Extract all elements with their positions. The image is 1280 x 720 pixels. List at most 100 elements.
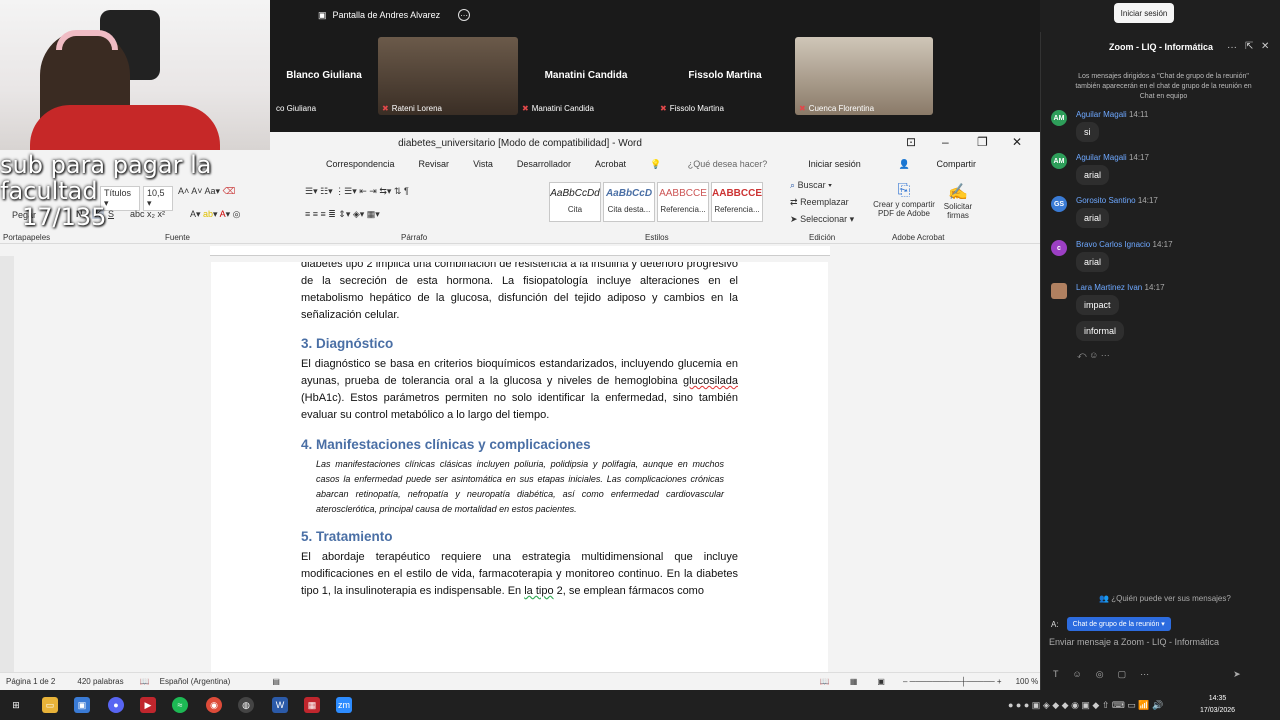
select-button[interactable]: ➤ Seleccionar ▾ — [790, 214, 854, 225]
format-icon[interactable]: T — [1053, 669, 1059, 680]
style-referencia-intensa[interactable]: AABBCCE Referencia... — [711, 182, 763, 222]
zoom-slider[interactable]: – ─────────┼───── + — [903, 677, 1002, 686]
proofing-icon[interactable]: 📖 — [140, 677, 150, 686]
file-explorer-icon[interactable]: ▭ — [42, 697, 58, 713]
obs-icon[interactable]: ◍ — [238, 697, 254, 713]
heading-diagnostico[interactable]: 3. Diagnóstico — [301, 336, 393, 351]
avatar-photo — [1051, 283, 1067, 299]
ribbon-display-icon[interactable]: ⊡ — [906, 135, 916, 149]
web-layout-icon[interactable]: ▣ — [877, 677, 885, 686]
find-button[interactable]: ⌕ Buscar ▾ — [790, 180, 832, 191]
chat-more-icon[interactable]: ··· — [1227, 42, 1237, 53]
streamer-webcam — [0, 0, 270, 150]
tab-desarrollador[interactable]: Desarrollador — [517, 159, 571, 169]
powerpoint-icon[interactable]: ▦ — [304, 697, 320, 713]
minimize-icon[interactable]: – — [942, 135, 949, 149]
alignment-icons[interactable]: ≡ ≡ ≡ ≣ ⇕▾ ◈▾ ▦▾ — [305, 209, 380, 220]
clock[interactable]: 14:35 17/03/2026 — [1200, 693, 1235, 717]
message-bubble: arial — [1076, 252, 1110, 272]
participant-tile[interactable]: Blanco Giuliana co Giuliana — [272, 37, 376, 115]
heading-tratamiento[interactable]: 5. Tratamiento — [301, 529, 393, 544]
spotify-icon[interactable]: ≈ — [172, 697, 188, 713]
app-icon[interactable]: ▶ — [140, 697, 156, 713]
share-button[interactable]: 👤 Compartir — [899, 159, 1000, 170]
tab-revisar[interactable]: Revisar — [419, 159, 450, 169]
tab-correspondencia[interactable]: Correspondencia — [326, 159, 395, 169]
zoom-taskbar-icon[interactable]: zm — [336, 697, 352, 713]
page-count[interactable]: Página 1 de 2 — [6, 677, 55, 686]
heading-manifestaciones[interactable]: 4. Manifestaciones clínicas y complicaci… — [301, 437, 591, 452]
sender-name: Aguilar Magali — [1076, 153, 1127, 162]
chat-close-icon[interactable]: ✕ — [1261, 41, 1269, 52]
chrome-icon[interactable]: ◉ — [206, 697, 222, 713]
paragraph-diagnostico[interactable]: El diagnóstico se basa en criterios bioq… — [301, 356, 738, 424]
participant-tile[interactable]: ✖ Rateni Lorena — [378, 37, 518, 115]
start-icon[interactable]: ⊞ — [8, 697, 24, 713]
read-mode-icon[interactable]: 📖 — [820, 677, 830, 686]
quote-manifestaciones[interactable]: Las manifestaciones clínicas clásicas in… — [316, 457, 724, 517]
close-icon[interactable]: ✕ — [1012, 135, 1022, 149]
more-icon[interactable]: ⋯ — [1140, 669, 1149, 680]
macro-icon[interactable]: ▤ — [272, 677, 280, 686]
people-icon: 👥 — [1099, 594, 1109, 603]
tab-vista[interactable]: Vista — [473, 159, 493, 169]
zoom-level[interactable]: 100 % — [1016, 677, 1039, 686]
send-icon[interactable]: ➤ — [1233, 669, 1241, 680]
list-icons[interactable]: ☰▾ ☷▾ ⋮☰▾ ⇤ ⇥ ⇆▾ ⇅ ¶ — [305, 186, 409, 197]
emoji-icon[interactable]: ☺ — [1073, 669, 1082, 680]
avatar: GS — [1051, 196, 1067, 212]
sender-name: Gorosito Santino — [1076, 196, 1136, 205]
chat-message-input[interactable]: Enviar mensaje a Zoom - LIQ - Informátic… — [1049, 637, 1219, 647]
style-sample: AABBCCE — [659, 188, 707, 199]
tell-me-box[interactable]: 💡 ¿Qué desea hacer? — [650, 159, 791, 170]
more-options-icon[interactable]: ··· — [458, 9, 471, 21]
participant-label: ✖ Fissolo Martina — [660, 104, 724, 113]
system-tray-icons[interactable]: ● ● ● ▣ ◈ ◆ ◆ ◉ ▣ ◆ ⇧ ⌨ ▭ 📶 🔊 — [1008, 700, 1163, 711]
store-icon[interactable]: ▣ — [74, 697, 90, 713]
recipient-label: A: — [1051, 619, 1059, 629]
restore-icon[interactable]: ❐ — [977, 135, 988, 149]
participant-tile[interactable]: Fissolo Martina ✖ Fissolo Martina — [656, 37, 794, 115]
print-layout-icon[interactable]: ▦ — [850, 677, 858, 686]
muted-mic-icon: ✖ — [522, 104, 529, 113]
style-name: Referencia... — [660, 205, 706, 214]
word-signin-link[interactable]: Iniciar sesión — [808, 159, 861, 170]
text-run: (HbA1c). Estos parámetros permiten no so… — [301, 392, 738, 421]
language-indicator[interactable]: Español (Argentina) — [160, 677, 231, 686]
style-cita-destacada[interactable]: AaBbCcD Cita desta... — [603, 182, 655, 222]
style-cita[interactable]: AaBbCcDd Cita — [549, 182, 601, 222]
participant-tile[interactable]: ✖ Cuenca Florentina — [795, 37, 933, 115]
word-count[interactable]: 420 palabras — [77, 677, 123, 686]
vertical-ruler — [0, 256, 14, 676]
horizontal-ruler[interactable] — [210, 246, 830, 256]
style-name: Referencia... — [714, 205, 760, 214]
style-referencia-sutil[interactable]: AABBCCE Referencia... — [657, 182, 709, 222]
screenshot-icon[interactable]: ◎ — [1096, 669, 1104, 680]
reply-react-icons[interactable]: ⤺ ☺ ··· — [1077, 350, 1110, 361]
participant-tile[interactable]: Manatini Candida ✖ Manatini Candida — [518, 37, 654, 115]
screen-share-label[interactable]: ▣ Pantalla de Andres Alvarez ··· — [318, 6, 471, 24]
recipient-dropdown[interactable]: Chat de grupo de la reunión ▾ — [1066, 617, 1171, 631]
who-can-see-link[interactable]: 👥 ¿Quién puede ver sus mensajes? — [1099, 594, 1231, 603]
chrome-profile-icon[interactable]: ● — [108, 697, 124, 713]
replace-button[interactable]: ⇄ Reemplazar — [790, 197, 849, 208]
grammar-flagged-text[interactable]: la tipo — [524, 585, 553, 597]
who-can-see-text: ¿Quién puede ver sus mensajes? — [1111, 594, 1231, 603]
misspelled-word[interactable]: glucosilada — [683, 375, 738, 387]
zoom-signin-button[interactable]: Iniciar sesión — [1114, 3, 1174, 23]
document-page[interactable]: diabetes tipo 2 implica una combinación … — [211, 262, 828, 672]
create-pdf-button[interactable]: ⎘ Crear y compartir PDF de Adobe — [868, 182, 940, 218]
chat-recipient-row: A: Chat de grupo de la reunión ▾ — [1051, 617, 1171, 631]
paragraph-pathophysiology[interactable]: diabetes tipo 2 implica una combinación … — [301, 262, 738, 324]
tab-acrobat[interactable]: Acrobat — [595, 159, 626, 169]
request-signatures-button[interactable]: ✍ Solicitar firmas — [940, 182, 976, 220]
person-icon: 👤 — [898, 158, 910, 169]
participant-label-text: Fissolo Martina — [669, 104, 724, 113]
avatar: c — [1051, 240, 1067, 256]
file-icon[interactable]: ▢ — [1118, 669, 1127, 680]
popout-icon[interactable]: ⇱ — [1245, 41, 1253, 52]
paragraph-tratamiento[interactable]: El abordaje terapéutico requiere una est… — [301, 549, 738, 600]
word-taskbar-icon[interactable]: W — [272, 697, 288, 713]
message-bubble: impact — [1076, 295, 1119, 315]
sender-name: Lara Martinez Ivan — [1076, 283, 1143, 292]
